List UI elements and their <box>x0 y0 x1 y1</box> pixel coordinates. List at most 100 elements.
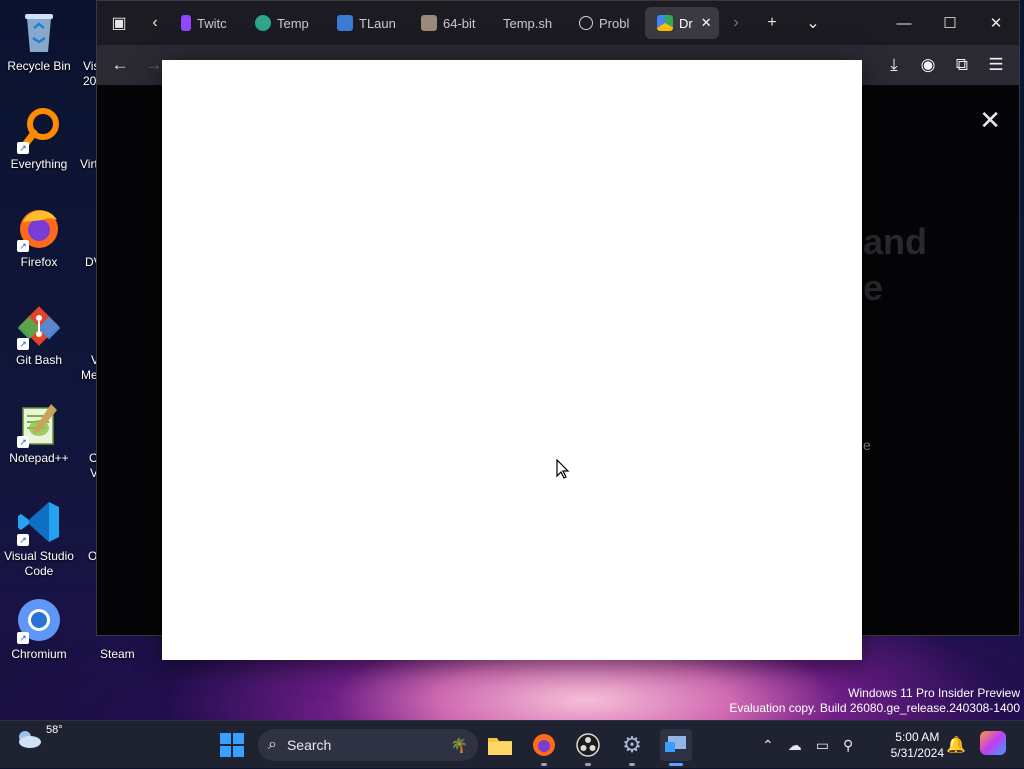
shortcut-arrow-icon: ↗ <box>17 240 29 252</box>
search-highlight-icon: 🌴 <box>450 736 468 753</box>
chevron-down-icon: ⌄ <box>806 15 820 32</box>
blank-dialog[interactable] <box>162 60 862 660</box>
tab-problem[interactable]: Probl <box>567 7 645 39</box>
watermark-line-1: Windows 11 Pro Insider Preview <box>848 686 1020 700</box>
downloads-button[interactable]: ⤓ <box>877 49 911 81</box>
system-tray: ⌃ ☁ ▭ ⚲ <box>762 721 853 769</box>
weather-widget[interactable]: 58° <box>14 724 63 749</box>
watermark-line-2: Evaluation copy. Build 26080.ge_release.… <box>729 701 1020 715</box>
minimize-button[interactable]: — <box>881 1 927 45</box>
running-indicator <box>629 763 635 766</box>
desktop-icon-chromium[interactable]: ↗ Chromium <box>0 596 78 662</box>
vscode-icon: ↗ <box>15 498 63 546</box>
arrow-left-icon: ← <box>111 55 129 74</box>
info-icon <box>579 16 593 30</box>
chevron-right-icon: › <box>733 14 739 31</box>
shortcut-arrow-icon: ↗ <box>17 534 29 546</box>
puzzle-icon: ⧉ <box>955 55 969 74</box>
recycle-bin-icon <box>15 8 63 56</box>
extensions-button[interactable]: ⧉ <box>945 49 979 81</box>
close-window-button[interactable]: ✕ <box>973 1 1019 45</box>
tab-bar: ▣ ‹ Twitc Temp TLaun 64-bit Temp.sh Prob… <box>97 1 1019 45</box>
document-icon <box>421 15 437 31</box>
shortcut-arrow-icon: ↗ <box>17 632 29 644</box>
tab-temp-sh[interactable]: Temp.sh <box>491 7 567 39</box>
desktop-icon-git-bash[interactable]: ↗ Git Bash <box>0 302 78 368</box>
obs-icon <box>576 733 600 757</box>
desktop-icon-vscode[interactable]: ↗ Visual Studio Code <box>0 498 78 579</box>
windows-logo-icon <box>220 733 244 757</box>
desktop-icon-label: Recycle Bin <box>7 59 71 73</box>
tab-groups-icon: ▣ <box>111 15 127 32</box>
desktop-icon-notepad-plus-plus[interactable]: ↗ Notepad++ <box>0 400 78 466</box>
desktop-icon-label: Everything <box>10 157 68 171</box>
taskbar-remote-app-active[interactable] <box>660 729 692 766</box>
clock[interactable]: 5:00 AM 5/31/2024 <box>891 729 944 761</box>
chromium-icon: ↗ <box>15 596 63 644</box>
maximize-icon: ☐ <box>943 15 957 32</box>
desktop-icon-firefox[interactable]: ↗ Firefox <box>0 204 78 270</box>
taskbar-file-explorer[interactable] <box>484 729 516 761</box>
background-heading-fragment: e <box>863 267 884 308</box>
arrow-right-icon: → <box>145 55 163 74</box>
account-button[interactable]: ◉ <box>911 49 945 81</box>
running-indicator <box>669 763 683 766</box>
tab-label: Twitc <box>197 15 227 31</box>
desktop-icon-label: Chromium <box>11 647 67 661</box>
overlay-close-button[interactable]: ✕ <box>979 105 1001 136</box>
scroll-tabs-left-button[interactable]: ‹ <box>141 1 169 45</box>
tab-drive-active[interactable]: Dr ✕ <box>645 7 719 39</box>
gear-icon: ⚙ <box>622 732 642 757</box>
running-indicator <box>541 763 547 766</box>
desktop-icon-label: Firefox <box>20 255 58 269</box>
drive-icon <box>657 15 673 31</box>
folder-icon <box>488 738 512 755</box>
tab-label: Temp <box>277 15 309 31</box>
shortcut-arrow-icon: ↗ <box>17 142 29 154</box>
taskbar-settings[interactable]: ⚙ <box>616 729 648 766</box>
remote-desktop-icon <box>665 736 686 752</box>
tab-twitch[interactable]: Twitc <box>169 7 243 39</box>
mouse-cursor-icon <box>556 459 570 479</box>
back-button[interactable]: ← <box>103 49 137 81</box>
cloud-offline-icon[interactable]: ☁ <box>788 737 802 754</box>
maximize-button[interactable]: ☐ <box>927 1 973 45</box>
desktop-icon-everything[interactable]: ↗ Everything <box>0 106 78 172</box>
weather-temperature: 58° <box>46 724 63 736</box>
download-icon: ⤓ <box>890 55 898 74</box>
notification-bell-icon[interactable]: 🔔 <box>946 735 966 755</box>
menu-button[interactable]: ☰ <box>979 49 1013 81</box>
tab-temp[interactable]: Temp <box>243 7 325 39</box>
copilot-icon[interactable] <box>980 731 1006 755</box>
network-icon[interactable]: ⚲ <box>843 737 853 754</box>
tab-label: Probl <box>599 15 630 31</box>
taskbar-obs[interactable] <box>572 729 604 766</box>
background-text-fragment: e <box>863 437 871 453</box>
desktop-icon-steam[interactable]: Steam <box>100 647 135 662</box>
cloud-weather-icon <box>19 731 41 748</box>
taskbar-search[interactable]: ⌕ Search 🌴 <box>258 729 478 761</box>
scroll-tabs-right-button[interactable]: › <box>719 1 753 45</box>
firefox-icon: ↗ <box>15 204 63 252</box>
tab-64-bit[interactable]: 64-bit <box>409 7 491 39</box>
tab-tlaun[interactable]: TLaun <box>325 7 409 39</box>
tab-label: Dr <box>679 15 693 31</box>
tab-groups-button[interactable]: ▣ <box>97 1 141 45</box>
chevron-left-icon: ‹ <box>152 14 158 31</box>
list-all-tabs-button[interactable]: ⌄ <box>791 1 835 45</box>
tab-label: Temp.sh <box>503 15 553 31</box>
search-label: Search <box>286 737 332 753</box>
tab-label: 64-bit <box>443 15 476 31</box>
new-tab-button[interactable]: + <box>753 1 791 45</box>
show-hidden-icons-button[interactable]: ⌃ <box>762 737 774 754</box>
windows-watermark: Windows 11 Pro Insider Preview Evaluatio… <box>729 686 1020 716</box>
twitch-icon <box>181 15 191 31</box>
start-button[interactable] <box>216 729 248 761</box>
taskbar-firefox[interactable] <box>528 729 560 766</box>
hamburger-menu-icon: ☰ <box>988 55 1004 74</box>
display-icon[interactable]: ▭ <box>816 737 829 754</box>
close-tab-icon[interactable]: ✕ <box>701 15 712 31</box>
desktop-icon-label: Notepad++ <box>9 451 69 465</box>
tab-label: TLaun <box>359 15 396 31</box>
desktop-icon-recycle-bin[interactable]: Recycle Bin <box>0 8 78 74</box>
